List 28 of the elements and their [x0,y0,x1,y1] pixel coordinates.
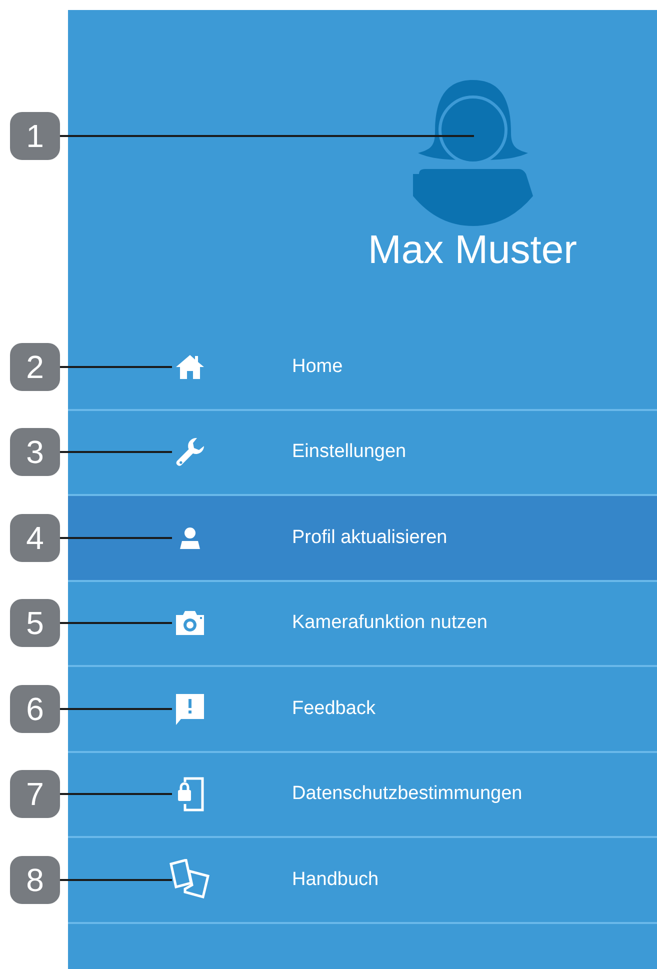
menu-item[interactable]: Profil aktualisieren [68,496,657,582]
avatar-silhouette-icon [412,78,532,228]
callout-number: 7 [10,770,60,818]
camera-icon [174,610,206,636]
menu-label: Home [292,354,343,378]
menu-label: Feedback [292,696,376,720]
feedback-icon [173,692,207,726]
callout-number: 3 [10,428,60,476]
callout-number: 4 [10,514,60,562]
pages-icon [169,858,211,901]
callout-number: 6 [10,684,60,733]
callout-number: 8 [10,856,60,904]
menu-label: Profil aktualisieren [292,526,448,550]
menu-item[interactable]: Kamerafunktion nutzen [68,582,657,667]
menu-label: Kamerafunktion nutzen [292,611,488,635]
menu-item[interactable]: Datenschutzbestimmungen [68,752,657,838]
callout-number: 1 [10,112,60,160]
menu-label: Handbuch [292,868,379,892]
callout-number: 2 [10,342,60,391]
callout-number: 5 [10,599,60,648]
wrench-icon [174,436,206,468]
user-name: Max Muster [368,230,577,270]
menu-item[interactable]: Einstellungen [68,410,657,496]
home-icon [175,354,205,380]
menu-label: Einstellungen [292,440,406,464]
menu-label: Datenschutzbestimmungen [292,782,522,806]
phone-lock-icon [175,776,205,812]
person-icon [179,526,201,549]
